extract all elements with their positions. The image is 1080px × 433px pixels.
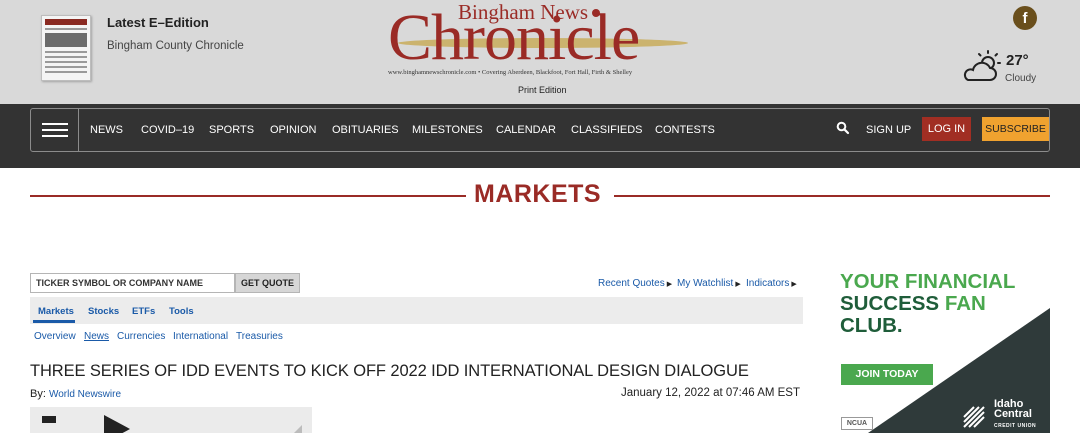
article-byline: By: World Newswire bbox=[30, 388, 121, 400]
login-button[interactable]: LOG IN bbox=[922, 117, 971, 141]
title-rule-left bbox=[30, 195, 466, 197]
byline-source-link[interactable]: World Newswire bbox=[49, 389, 121, 400]
nav-item-covid[interactable]: COVID–19 bbox=[141, 124, 194, 136]
article-video-thumbnail[interactable] bbox=[30, 407, 312, 433]
title-rule-right bbox=[614, 195, 1050, 197]
logo-main-text: Chronicle bbox=[388, 1, 640, 74]
menu-icon[interactable] bbox=[31, 109, 79, 151]
get-quote-button[interactable]: GET QUOTE bbox=[235, 273, 300, 293]
weather-temperature: 27° bbox=[1006, 52, 1029, 69]
caret-right-icon: ▶ bbox=[791, 281, 797, 288]
idd-logo bbox=[42, 416, 56, 423]
ticker-search-input[interactable] bbox=[30, 273, 235, 293]
page-title: MARKETS bbox=[474, 180, 602, 208]
nav-item-classifieds[interactable]: CLASSIFIEDS bbox=[571, 124, 643, 136]
facebook-icon[interactable]: f bbox=[1013, 6, 1037, 30]
nav-item-sports[interactable]: SPORTS bbox=[209, 124, 254, 136]
subtab-currencies[interactable]: Currencies bbox=[117, 331, 165, 342]
ad-join-button[interactable]: JOIN TODAY bbox=[841, 364, 933, 385]
nav-item-opinion[interactable]: OPINION bbox=[270, 124, 316, 136]
subtab-news[interactable]: News bbox=[84, 331, 109, 342]
search-icon[interactable] bbox=[836, 121, 850, 135]
weather-partly-cloudy-icon bbox=[963, 50, 1001, 81]
article-headline: THREE SERIES OF IDD EVENTS TO KICK OFF 2… bbox=[30, 362, 749, 380]
eedition-thumbnail[interactable] bbox=[41, 15, 91, 81]
recent-quotes-link[interactable]: Recent Quotes ▶ bbox=[598, 278, 672, 289]
print-edition-link[interactable]: Print Edition bbox=[518, 85, 567, 95]
caret-right-icon: ▶ bbox=[735, 281, 741, 288]
eedition-title[interactable]: Latest E–Edition bbox=[107, 15, 209, 30]
weather-condition: Cloudy bbox=[1005, 73, 1037, 84]
play-icon[interactable] bbox=[104, 415, 130, 433]
nav-item-obituaries[interactable]: OBITUARIES bbox=[332, 124, 399, 136]
nav-item-milestones[interactable]: MILESTONES bbox=[412, 124, 483, 136]
my-watchlist-link[interactable]: My Watchlist ▶ bbox=[677, 278, 741, 289]
indicators-link[interactable]: Indicators ▶ bbox=[746, 278, 797, 289]
my-watchlist-label: My Watchlist bbox=[677, 278, 734, 289]
subtab-treasuries[interactable]: Treasuries bbox=[236, 331, 283, 342]
eedition-subtitle[interactable]: Bingham County Chronicle bbox=[107, 40, 244, 52]
signup-link[interactable]: SIGN UP bbox=[866, 124, 911, 136]
nav-item-calendar[interactable]: CALENDAR bbox=[496, 124, 556, 136]
ad-brand-name: Idaho Central CREDIT UNION bbox=[994, 398, 1037, 430]
ad-headline: YOUR FINANCIAL SUCCESS FAN CLUB. bbox=[840, 270, 1016, 337]
logo-tagline: www.binghamnewschronicle.com • Covering … bbox=[388, 69, 633, 76]
ncua-badge: NCUA bbox=[841, 417, 873, 430]
subscribe-button[interactable]: SUBSCRIBE bbox=[982, 117, 1049, 141]
tab-stocks[interactable]: Stocks bbox=[88, 306, 119, 317]
tab-markets[interactable]: Markets bbox=[38, 306, 74, 317]
article-date: January 12, 2022 at 07:46 AM EST bbox=[621, 387, 801, 399]
nav-item-contests[interactable]: CONTESTS bbox=[655, 124, 715, 136]
tab-etfs[interactable]: ETFs bbox=[132, 306, 155, 317]
credit-union-logo-icon bbox=[963, 406, 985, 428]
byline-label: By: bbox=[30, 388, 46, 400]
ad-banner[interactable]: YOUR FINANCIAL SUCCESS FAN CLUB. JOIN TO… bbox=[828, 262, 1050, 433]
caret-right-icon: ▶ bbox=[666, 281, 673, 288]
active-tab-indicator bbox=[33, 320, 75, 323]
subtab-international[interactable]: International bbox=[173, 331, 228, 342]
subtab-overview[interactable]: Overview bbox=[34, 331, 76, 342]
recent-quotes-label: Recent Quotes bbox=[598, 278, 665, 289]
nav-item-news[interactable]: NEWS bbox=[90, 124, 123, 136]
indicators-label: Indicators bbox=[746, 278, 790, 289]
tab-tools[interactable]: Tools bbox=[169, 306, 194, 317]
